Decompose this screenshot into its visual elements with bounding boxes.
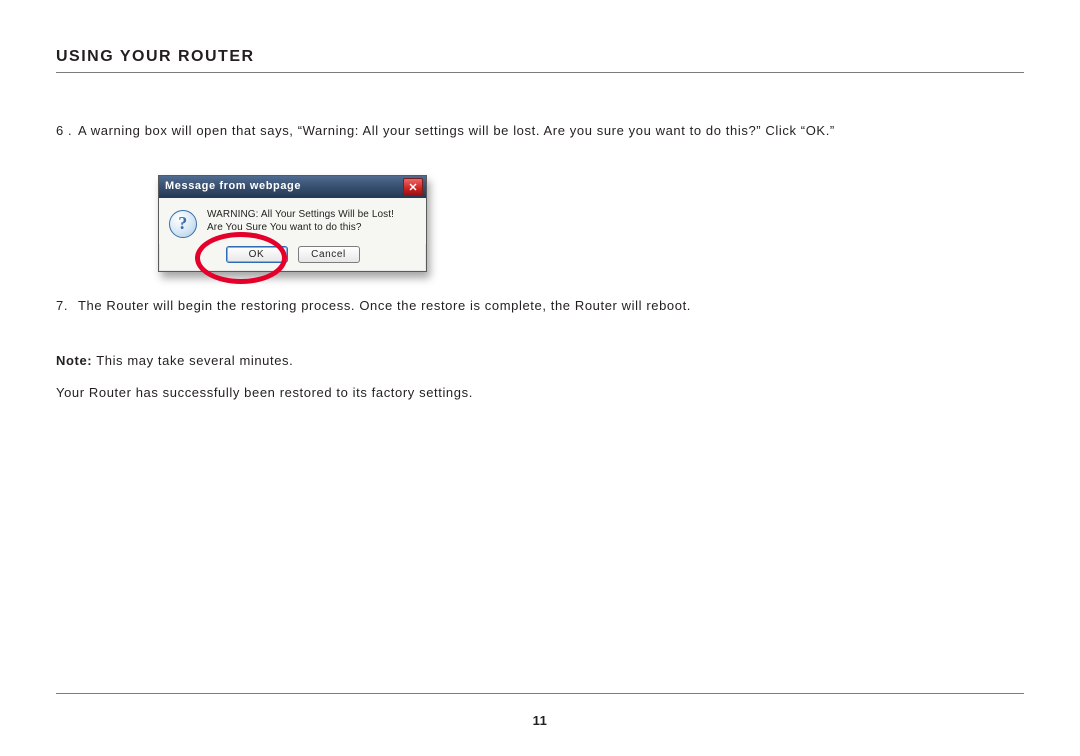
page-number: 11 <box>0 713 1080 728</box>
document-page: USING YOUR ROUTER 6 . A warning box will… <box>0 0 1080 756</box>
note-text: This may take several minutes. <box>92 353 293 368</box>
ok-button[interactable]: OK <box>226 246 288 263</box>
close-icon <box>409 183 417 191</box>
note-paragraph: Note: This may take several minutes. <box>56 351 1024 371</box>
dialog-titlebar: Message from webpage <box>159 176 426 198</box>
step-number: 6 . <box>56 121 78 141</box>
dialog-message: WARNING: All Your Settings Will be Lost!… <box>207 208 394 238</box>
step-number: 7. <box>56 296 78 316</box>
close-button[interactable] <box>403 178 423 196</box>
main-content: 6 . A warning box will open that says, “… <box>56 73 1024 402</box>
message-dialog: Message from webpage ? WARNING: All Your… <box>158 175 427 272</box>
dialog-message-line2: Are You Sure You want to do this? <box>207 221 394 234</box>
dialog-screenshot: Message from webpage ? WARNING: All Your… <box>158 175 1024 272</box>
cancel-button[interactable]: Cancel <box>298 246 360 263</box>
step-text: A warning box will open that says, “Warn… <box>78 121 1024 141</box>
step-text: The Router will begin the restoring proc… <box>78 296 1024 316</box>
dialog-title-text: Message from webpage <box>165 178 301 195</box>
dialog-message-line1: WARNING: All Your Settings Will be Lost! <box>207 208 394 221</box>
divider-bottom <box>56 693 1024 694</box>
conclusion-paragraph: Your Router has successfully been restor… <box>56 383 1024 403</box>
question-icon: ? <box>169 210 197 238</box>
step-7: 7. The Router will begin the restoring p… <box>56 296 1024 316</box>
dialog-body: ? WARNING: All Your Settings Will be Los… <box>159 198 426 244</box>
dialog-button-row: OK Cancel <box>159 244 426 271</box>
section-heading: USING YOUR ROUTER <box>56 48 1024 66</box>
step-6: 6 . A warning box will open that says, “… <box>56 121 1024 141</box>
note-label: Note: <box>56 353 92 368</box>
